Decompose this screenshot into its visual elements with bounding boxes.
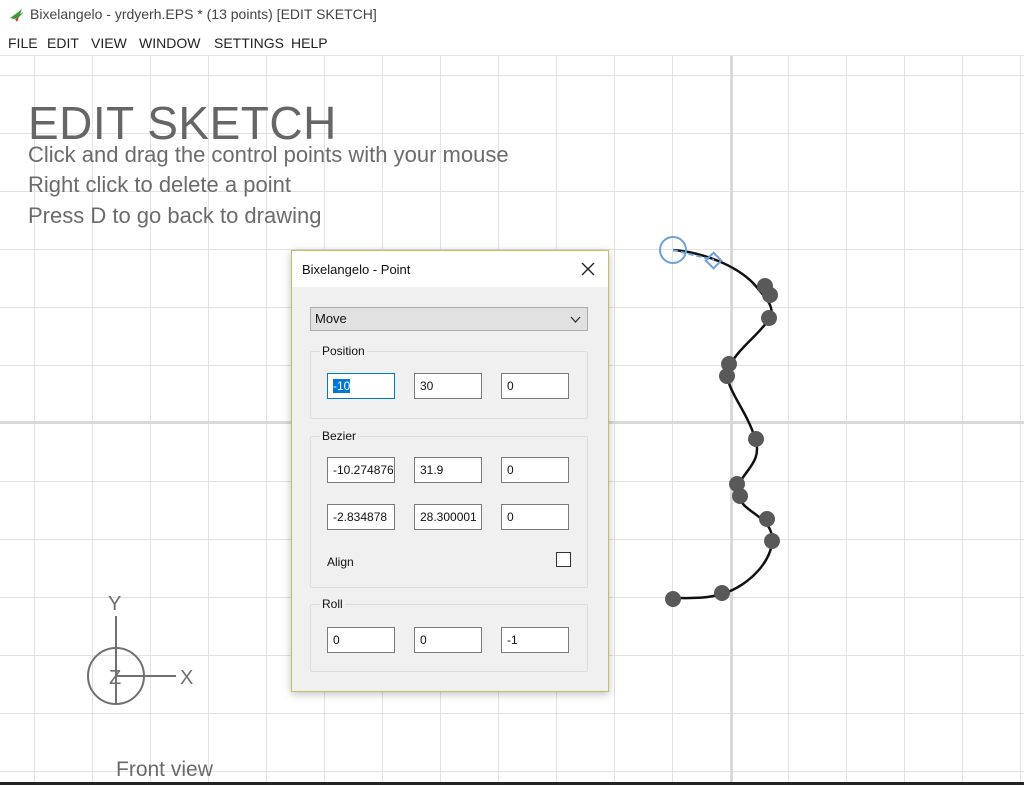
menu-settings[interactable]: SETTINGS — [214, 35, 284, 51]
roll-y-value: 0 — [420, 633, 427, 647]
roll-z-value: -1 — [507, 633, 518, 647]
bezier-1-y-field[interactable]: 31.9 — [414, 457, 482, 483]
control-point[interactable] — [764, 533, 780, 549]
bezier-2-y-value: 28.300001 — [420, 510, 477, 524]
hummingbird-icon — [10, 9, 24, 22]
menu-bar: FILE EDIT VIEW WINDOW SETTINGS HELP — [0, 31, 1024, 56]
mode-dropdown-value: Move — [315, 311, 347, 326]
bezier-1-z-value: 0 — [507, 463, 514, 477]
bezier-group: Bezier -10.274876 31.9 0 -2.834878 28.30… — [310, 429, 588, 588]
menu-edit[interactable]: EDIT — [47, 35, 79, 51]
bezier-2-x-value: -2.834878 — [333, 510, 388, 524]
align-label: Align — [327, 555, 354, 569]
close-icon[interactable] — [576, 257, 600, 281]
roll-z-field[interactable]: -1 — [501, 627, 569, 653]
bezier-label: Bezier — [320, 429, 359, 443]
position-label: Position — [320, 344, 367, 358]
control-point[interactable] — [748, 431, 764, 447]
control-point[interactable] — [762, 287, 778, 303]
roll-label: Roll — [320, 597, 345, 611]
control-point[interactable] — [665, 591, 681, 607]
bezier-1-x-value: -10.274876 — [333, 463, 393, 477]
position-z-field[interactable]: 0 — [501, 373, 569, 399]
dialog-title: Bixelangelo - Point — [302, 262, 411, 277]
roll-y-field[interactable]: 0 — [414, 627, 482, 653]
control-point[interactable] — [714, 585, 730, 601]
bezier-1-x-field[interactable]: -10.274876 — [327, 457, 395, 483]
control-point[interactable] — [761, 310, 777, 326]
bezier-1-z-field[interactable]: 0 — [501, 457, 569, 483]
bezier-2-z-value: 0 — [507, 510, 514, 524]
bezier-2-z-field[interactable]: 0 — [501, 504, 569, 530]
sketch-curve — [672, 248, 774, 600]
dialog-title-bar[interactable]: Bixelangelo - Point — [292, 251, 608, 287]
menu-file[interactable]: FILE — [8, 35, 38, 51]
align-checkbox[interactable] — [556, 552, 571, 567]
position-group: Position -10 30 0 — [310, 344, 588, 419]
roll-group: Roll 0 0 -1 — [310, 597, 588, 672]
point-dialog: Bixelangelo - Point Move Position -10 30… — [291, 250, 609, 692]
menu-view[interactable]: VIEW — [91, 35, 127, 51]
bezier-2-x-field[interactable]: -2.834878 — [327, 504, 395, 530]
position-z-value: 0 — [507, 379, 514, 393]
position-y-value: 30 — [420, 379, 434, 393]
title-bar: Bixelangelo - yrdyerh.EPS * (13 points) … — [0, 0, 1024, 30]
control-point[interactable] — [759, 511, 775, 527]
bezier-2-y-field[interactable]: 28.300001 — [414, 504, 482, 530]
roll-x-field[interactable]: 0 — [327, 627, 395, 653]
menu-help[interactable]: HELP — [291, 35, 328, 51]
position-y-field[interactable]: 30 — [414, 373, 482, 399]
roll-x-value: 0 — [333, 633, 340, 647]
control-point[interactable] — [719, 368, 735, 384]
position-x-value: -10 — [333, 379, 351, 393]
mode-dropdown[interactable]: Move — [310, 307, 588, 331]
bezier-1-y-value: 31.9 — [420, 463, 444, 477]
chevron-down-icon — [570, 316, 581, 323]
menu-window[interactable]: WINDOW — [139, 35, 200, 51]
window-title: Bixelangelo - yrdyerh.EPS * (13 points) … — [30, 6, 377, 22]
position-x-field[interactable]: -10 — [327, 373, 395, 399]
control-point[interactable] — [732, 488, 748, 504]
